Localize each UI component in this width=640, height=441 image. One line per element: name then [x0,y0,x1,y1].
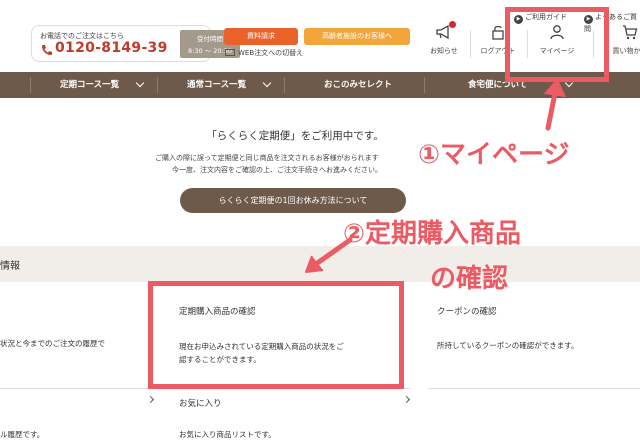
phone-icon [42,45,52,55]
annotation-step-1: ①マイページ [418,140,570,170]
nav-item-tsujo[interactable]: 通常コース一覧 [187,72,246,98]
annotation-step-2-line2: の確認 [430,264,509,294]
nav-divider [30,77,31,93]
coupon-check-title[interactable]: クーポンの確認 [437,305,497,317]
divider [428,388,640,389]
section-title: 情報 [0,261,20,272]
request-documents-button[interactable]: 資料請求 [224,28,298,45]
nav-divider [157,77,158,93]
nav-divider [284,77,285,93]
skip-delivery-info-button[interactable]: らくらく定期便の1回お休み方法について [180,188,406,213]
divider [470,30,471,58]
nav-label: 通常コース一覧 [187,80,247,90]
notice-button[interactable]: お知らせ [424,21,464,56]
section-header-band [0,246,640,282]
chevron-right-icon[interactable] [146,395,155,404]
notice-text-1: ご購入の際に誤って定期便と同じ商品を注文されるお客様がおられます [155,154,379,162]
nav-divider [424,77,425,93]
order-history-desc: 状況と今までのご注文の履歴で [0,339,105,348]
cart-label: 買い物かご [612,47,640,55]
chevron-right-icon[interactable] [402,395,411,404]
chevron-down-icon [135,78,145,88]
divider [0,388,155,389]
nav-label: 定期コース一覧 [60,80,120,90]
cart-icon [623,25,638,40]
favorites-desc: お気に入り商品リストです。 [179,430,276,439]
cart-button[interactable]: 買い物かご [610,24,640,56]
favorites-title[interactable]: お気に入り [179,397,222,409]
mypage-highlight-box [505,7,609,82]
nav-item-okonomi[interactable]: おこのみセレクト [324,72,392,98]
phone-order-box[interactable]: お電話でのご注文はこちら 0120-8149-39 受付時間 8:30 ～ 20… [31,25,240,62]
notification-dot [449,21,456,28]
history-desc: ル履歴です。 [0,430,45,439]
senior-facility-button[interactable]: 高齢者施設のお客様へ [304,28,410,45]
annotation-step-2: ②定期購入商品 [343,219,522,249]
notice-text-2: 今一度、注文内容をご確認の上、ご注文手続きへお進みください。 [172,166,382,174]
nav-label: おこのみセレクト [324,80,393,90]
nav-item-teiki[interactable]: 定期コース一覧 [60,72,119,98]
coupon-check-desc: 所持しているクーポンの確認ができます。 [437,341,579,350]
notice-label: お知らせ [430,47,458,55]
web-switch-label: WEB注文への切替え [238,49,304,57]
web-order-switch-link[interactable]: WEB注文への切替え [225,48,303,58]
monitor-icon [225,49,235,56]
subscription-highlight-box [148,281,404,389]
chevron-down-icon [262,78,272,88]
lock-icon [492,25,504,40]
phone-number[interactable]: 0120-8149-39 [55,40,168,56]
